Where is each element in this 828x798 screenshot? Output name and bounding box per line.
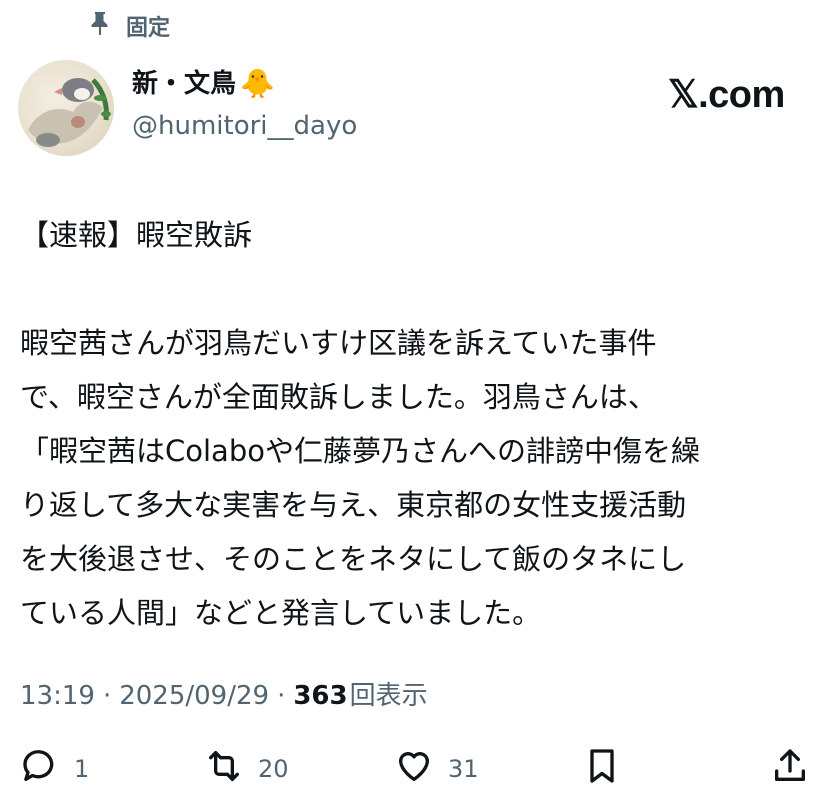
share-button[interactable] bbox=[770, 746, 810, 792]
tweet-meta: 13:19 · 2025/09/29 · 363 回表示 bbox=[20, 676, 428, 716]
reply-count: 1 bbox=[74, 755, 90, 783]
tweet-text: 【速報】暇空敗訴 暇空茜さんが羽鳥だいすけ区議を訴えていた事件 で、暇空さんが全… bbox=[20, 218, 700, 630]
retweet-button[interactable]: 20 bbox=[204, 746, 289, 792]
author-handle[interactable]: @humitori__dayo bbox=[132, 106, 357, 146]
bookmark-icon bbox=[582, 746, 622, 792]
author-name[interactable]: 新・文鳥 bbox=[132, 66, 236, 102]
tweet-date[interactable]: 2025/09/29 bbox=[119, 676, 269, 716]
views-count: 363 bbox=[293, 681, 348, 711]
pinned-indicator: 固定 bbox=[88, 10, 170, 42]
like-button[interactable]: 31 bbox=[394, 746, 479, 792]
views[interactable]: 363 回表示 bbox=[293, 676, 427, 716]
meta-separator: · bbox=[102, 681, 112, 711]
chick-emoji-icon: 🐥 bbox=[240, 67, 275, 100]
pin-icon bbox=[88, 10, 112, 42]
action-bar: 1 20 31 bbox=[0, 738, 828, 798]
like-count: 31 bbox=[448, 755, 479, 783]
x-logo: 𝕏.com bbox=[668, 74, 785, 116]
display-name[interactable]: 新・文鳥 🐥 bbox=[132, 66, 357, 102]
author-block: 新・文鳥 🐥 @humitori__dayo bbox=[132, 66, 357, 146]
tweet-time[interactable]: 13:19 bbox=[20, 676, 95, 716]
reply-button[interactable]: 1 bbox=[20, 746, 89, 792]
views-label: 回表示 bbox=[349, 681, 428, 711]
retweet-icon bbox=[204, 746, 244, 792]
pinned-label: 固定 bbox=[126, 16, 171, 41]
like-icon bbox=[394, 746, 434, 792]
retweet-count: 20 bbox=[258, 755, 289, 783]
share-icon bbox=[770, 746, 810, 792]
meta-separator: · bbox=[277, 681, 286, 711]
reply-icon bbox=[20, 746, 60, 792]
avatar[interactable] bbox=[18, 60, 114, 156]
bookmark-button[interactable] bbox=[582, 746, 622, 792]
